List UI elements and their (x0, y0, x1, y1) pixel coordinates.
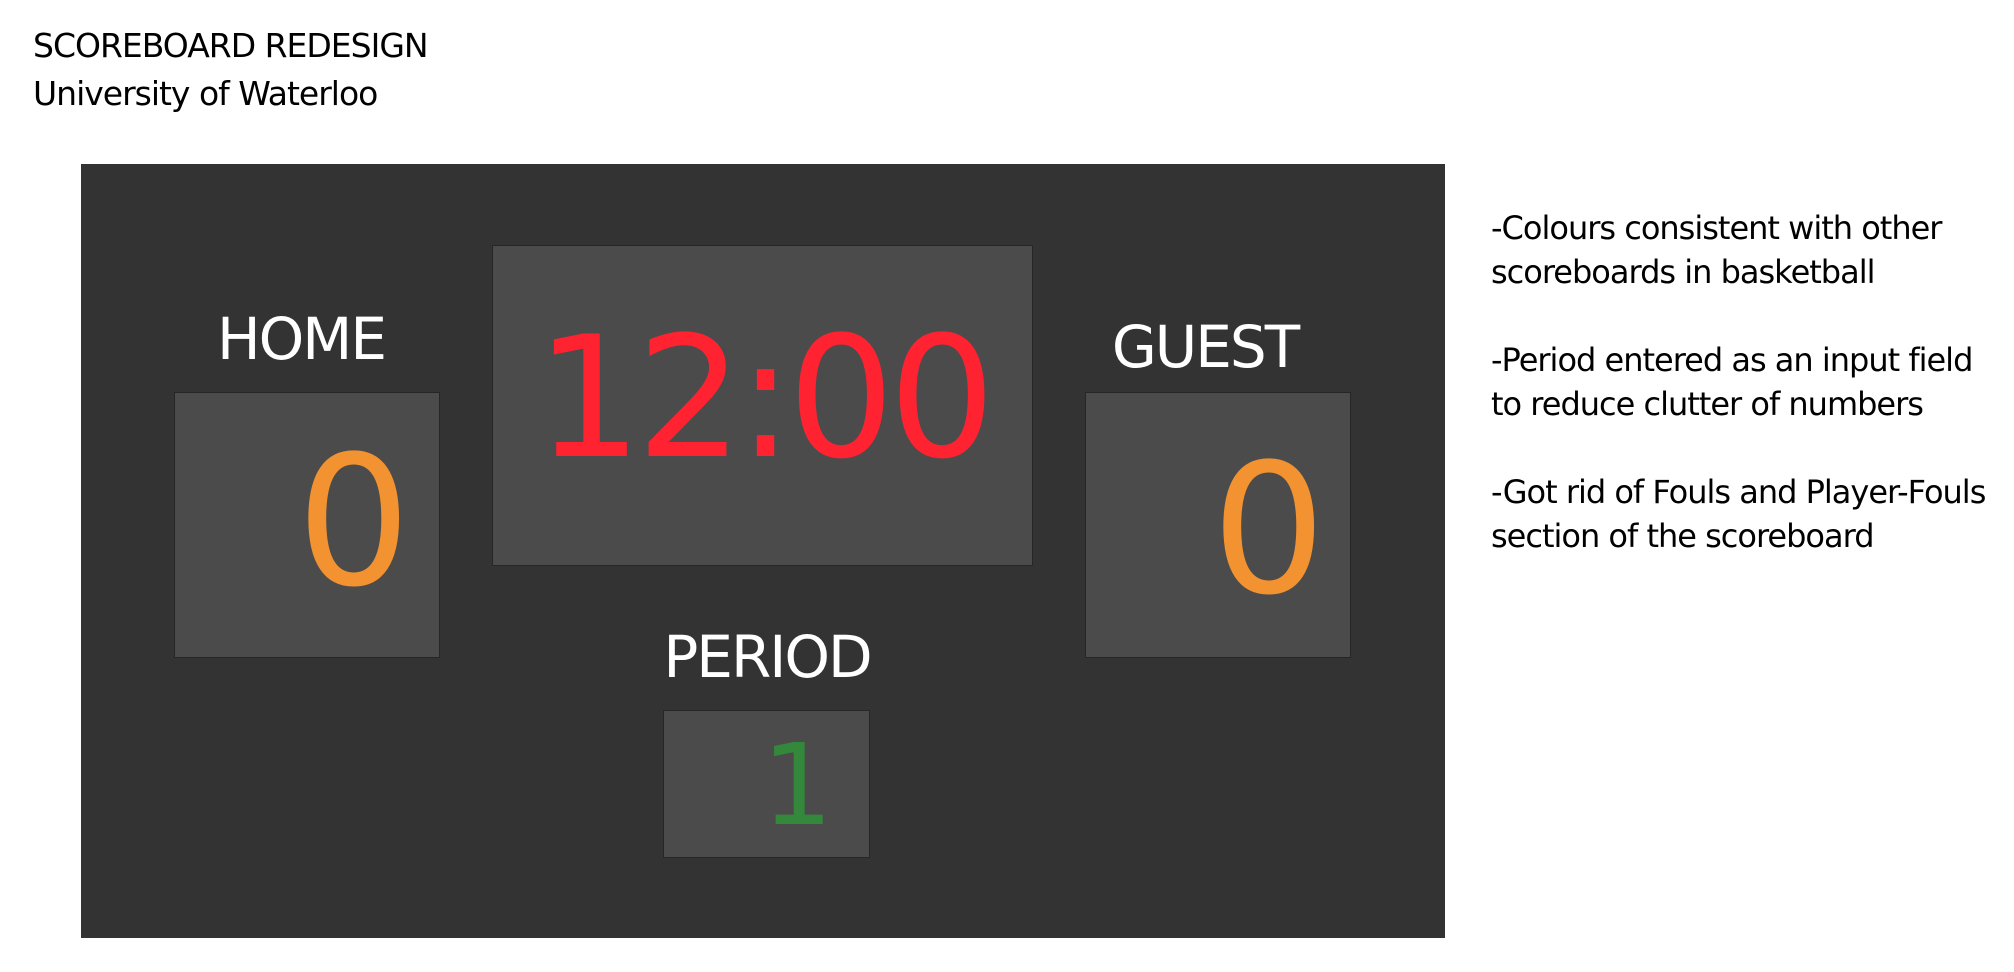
design-notes: -Colours consistent with other scoreboar… (1491, 206, 2011, 602)
guest-score: 0 (1211, 426, 1326, 635)
page-title: SCOREBOARD REDESIGN (33, 26, 429, 65)
page-header: SCOREBOARD REDESIGN University of Waterl… (33, 22, 429, 118)
period-label: PERIOD (663, 623, 872, 691)
home-label: HOME (217, 305, 387, 373)
game-clock: 12:00 (535, 300, 995, 496)
note-item: -Period entered as an input field to red… (1491, 341, 1973, 423)
period-value: 1 (761, 721, 833, 851)
home-score: 0 (296, 418, 411, 627)
note-item: -Got rid of Fouls and Player-Fouls secti… (1491, 473, 1986, 555)
note-item: -Colours consistent with other scoreboar… (1491, 209, 1942, 291)
period-input[interactable]: 1 (663, 710, 870, 858)
guest-score-panel: 0 (1085, 392, 1351, 658)
scoreboard: HOME 0 12:00 GUEST 0 PERIOD 1 (81, 164, 1445, 938)
page-subtitle: University of Waterloo (33, 74, 378, 113)
home-score-panel: 0 (174, 392, 440, 658)
game-clock-panel: 12:00 (492, 245, 1033, 566)
guest-label: GUEST (1111, 313, 1300, 381)
